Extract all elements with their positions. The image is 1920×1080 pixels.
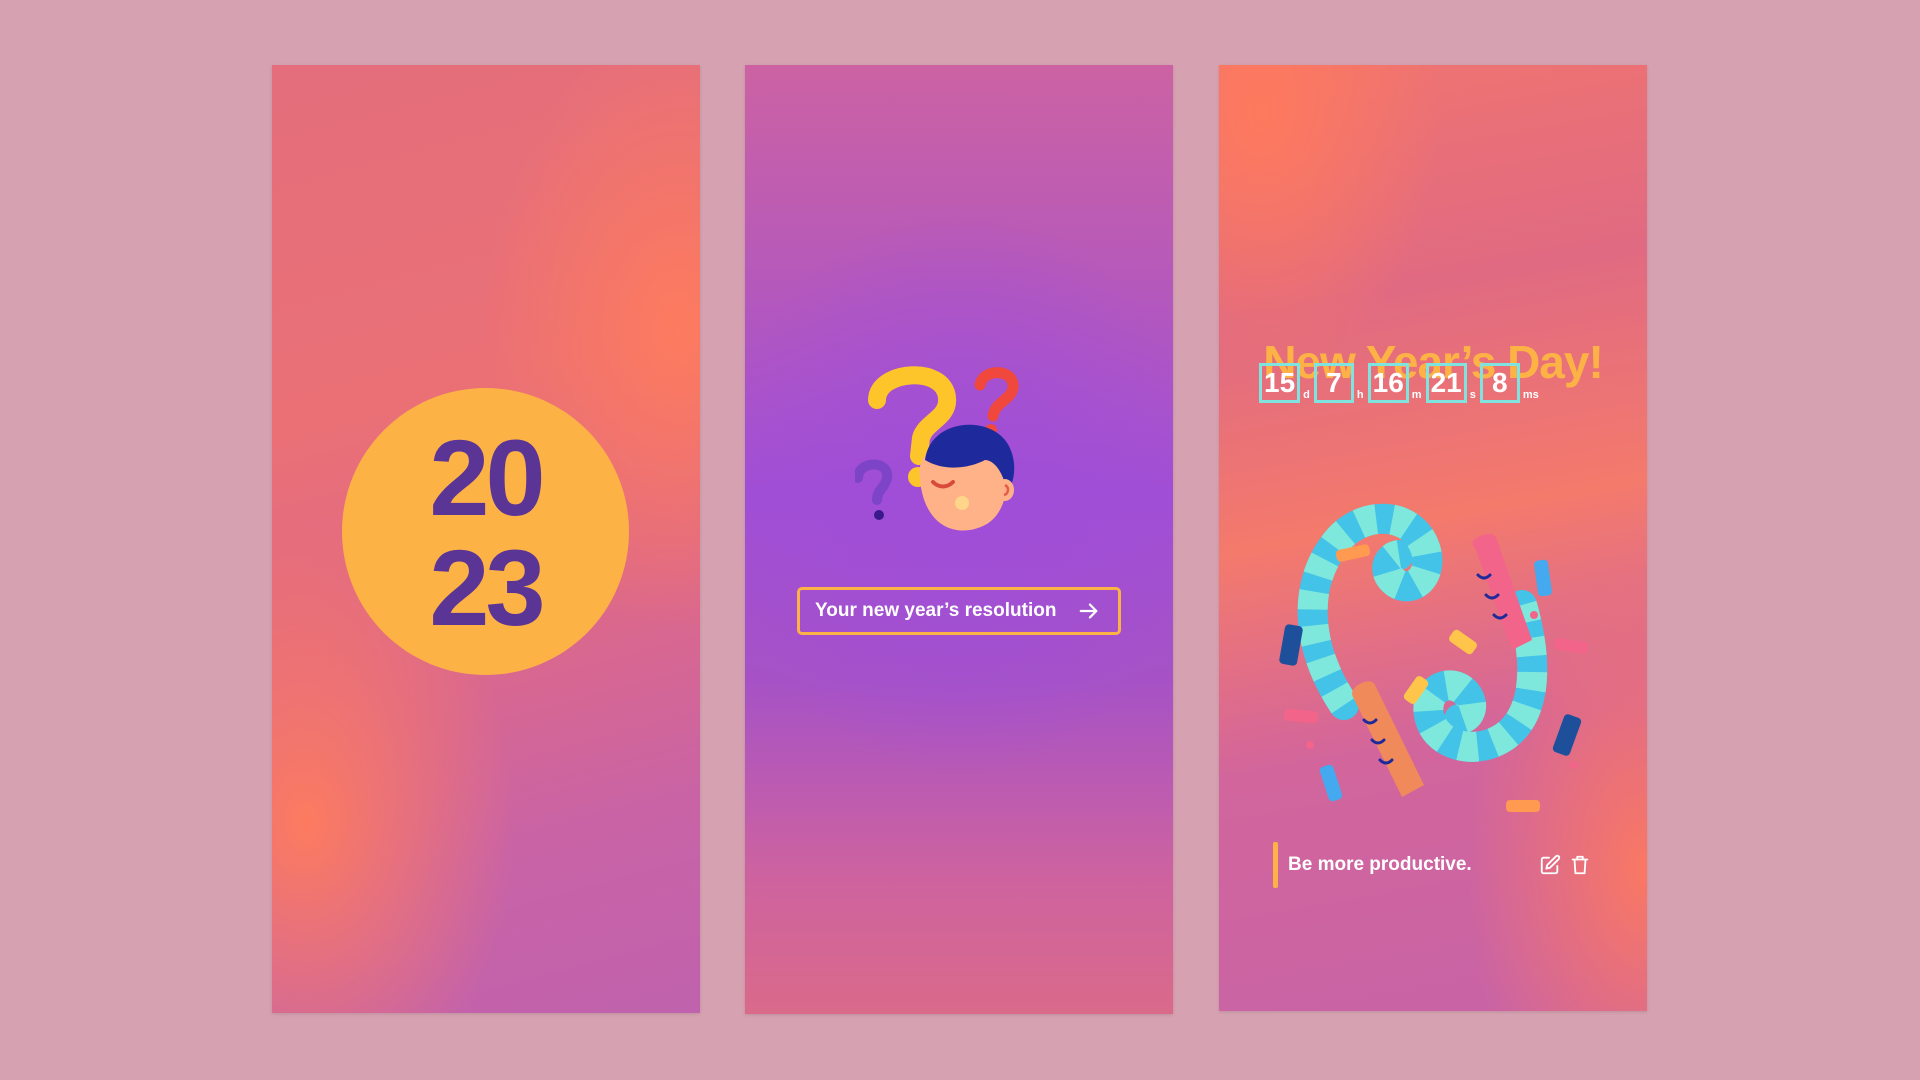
countdown-timer: 15 d 7 h 16 m 21 s 8 ms — [1259, 355, 1543, 403]
confused-person-illustration — [855, 366, 1019, 531]
screen-resolution-prompt: Your new year’s resolution — [745, 65, 1173, 1014]
trash-icon — [1571, 855, 1589, 875]
screen-year-badge: 20 23 — [272, 65, 700, 1013]
resolution-button-label: Your new year’s resolution — [815, 600, 1057, 621]
resolution-accent-bar — [1273, 842, 1278, 888]
year-badge: 20 23 — [342, 388, 629, 675]
countdown-seconds-value: 21 — [1425, 363, 1467, 403]
party-streamers-illustration — [1279, 503, 1589, 812]
countdown-seconds: 21 s — [1425, 363, 1476, 403]
countdown-minutes-unit: m — [1411, 389, 1422, 401]
countdown-hours-unit: h — [1356, 389, 1364, 401]
screen-countdown: New Year’s Day! 15 d 7 h 16 m 21 s 8 ms — [1219, 65, 1647, 1011]
year-bottom-digits: 23 — [429, 527, 545, 648]
countdown-milliseconds-value: 8 — [1479, 363, 1520, 403]
countdown-minutes-value: 16 — [1367, 363, 1409, 403]
delete-resolution-button[interactable] — [1567, 852, 1593, 878]
countdown-milliseconds: 8 ms — [1479, 363, 1539, 403]
countdown-days: 15 d — [1259, 363, 1310, 403]
countdown-hours-value: 7 — [1313, 363, 1354, 403]
edit-icon — [1540, 854, 1561, 875]
resolution-list-item: Be more productive. — [1273, 842, 1593, 888]
year-top-digits: 20 — [429, 417, 545, 538]
countdown-days-value: 15 — [1259, 363, 1301, 403]
new-resolution-button[interactable]: Your new year’s resolution — [797, 587, 1121, 635]
countdown-minutes: 16 m — [1367, 363, 1422, 403]
countdown-days-unit: d — [1303, 389, 1310, 401]
countdown-milliseconds-unit: ms — [1522, 389, 1539, 401]
edit-resolution-button[interactable] — [1537, 852, 1563, 878]
countdown-seconds-unit: s — [1469, 389, 1476, 401]
resolution-text: Be more productive. — [1288, 854, 1472, 875]
arrow-right-icon — [1079, 603, 1098, 619]
countdown-hours: 7 h — [1313, 363, 1364, 403]
